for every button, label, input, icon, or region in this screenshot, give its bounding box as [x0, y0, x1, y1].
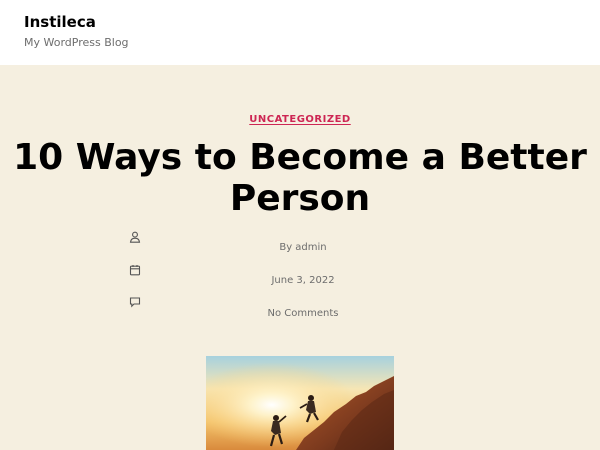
featured-image: [206, 356, 394, 450]
post-comments-link[interactable]: No Comments: [0, 308, 600, 319]
post-date-link[interactable]: June 3, 2022: [0, 275, 600, 286]
site-description: My WordPress Blog: [24, 36, 129, 49]
comment-icon: [128, 295, 142, 309]
site-header: Instileca My WordPress Blog: [0, 0, 600, 65]
site-title[interactable]: Instileca: [24, 13, 96, 31]
post-title: 10 Ways to Become a Better Person: [13, 137, 587, 219]
category-link[interactable]: UNCATEGORIZED: [249, 114, 350, 125]
post-category: UNCATEGORIZED: [0, 107, 600, 126]
post-author-link[interactable]: By admin: [0, 242, 600, 253]
